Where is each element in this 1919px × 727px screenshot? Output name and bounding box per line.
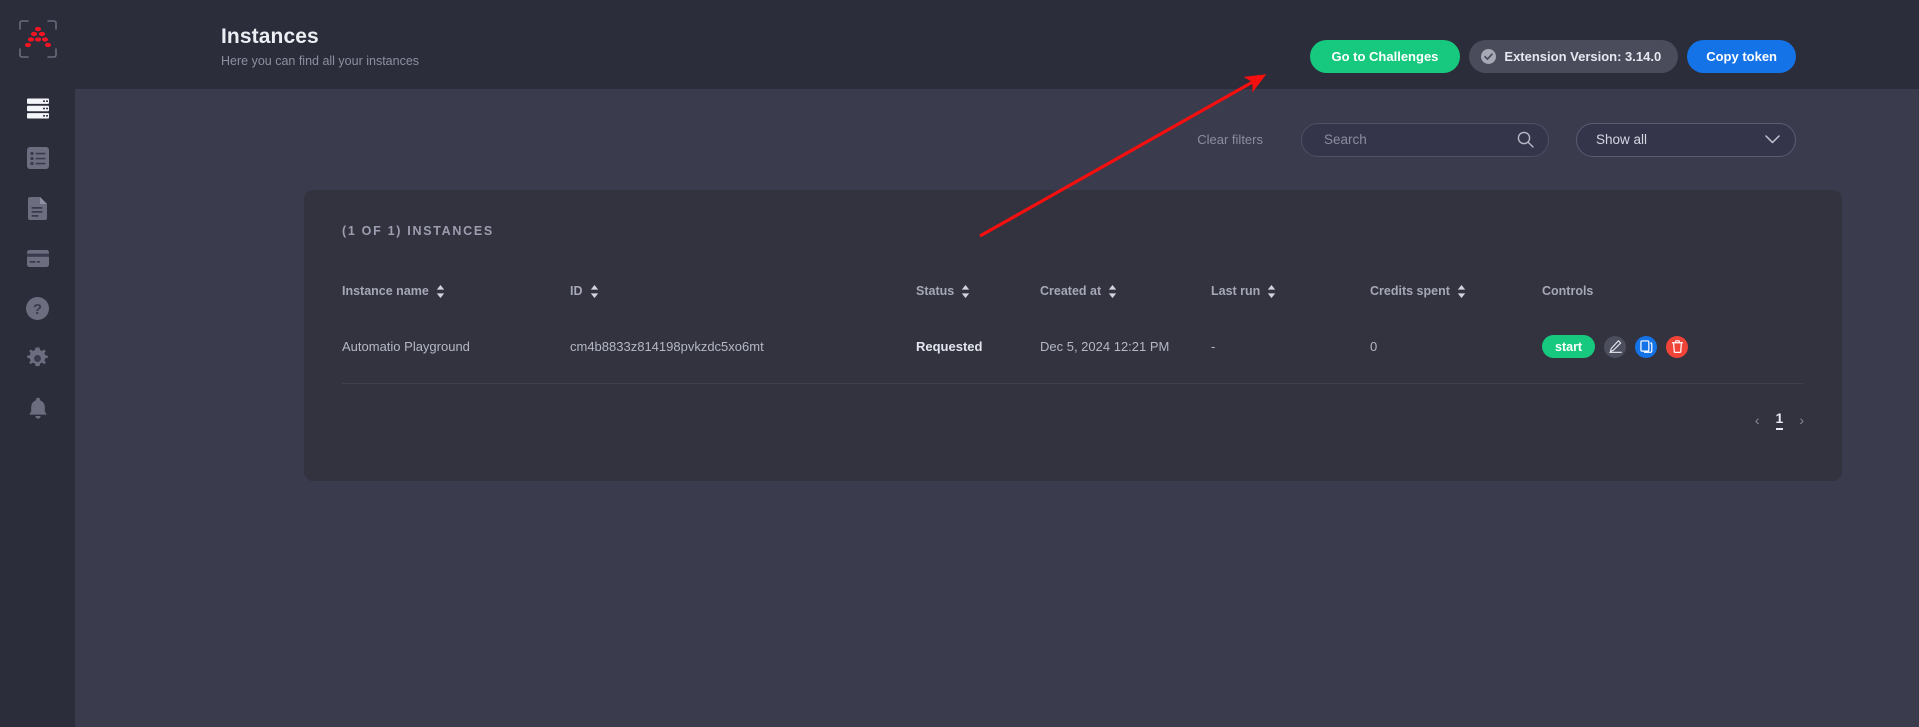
table-header-row: Instance name ID Status Created at Last … xyxy=(342,271,1804,311)
document-icon xyxy=(28,196,47,220)
cell-status: Requested xyxy=(916,311,1040,384)
search-icon[interactable] xyxy=(1517,131,1534,148)
top-header: Instances Here you can find all your ins… xyxy=(75,0,1919,89)
sidebar-item-billing[interactable] xyxy=(0,233,75,283)
card-heading: (1 OF 1) INSTANCES xyxy=(342,224,494,238)
sort-icon[interactable] xyxy=(590,284,599,298)
trash-icon xyxy=(1671,340,1683,354)
column-instance-name[interactable]: Instance name xyxy=(342,271,570,311)
svg-text:?: ? xyxy=(33,301,42,318)
delete-button[interactable] xyxy=(1666,335,1689,358)
duplicate-button[interactable] xyxy=(1635,335,1658,358)
chevron-down-icon[interactable] xyxy=(1765,135,1780,144)
copy-icon xyxy=(1639,340,1652,354)
column-created-at[interactable]: Created at xyxy=(1040,271,1211,311)
table-head: Instance name ID Status Created at Last … xyxy=(342,271,1804,311)
created-at-text: Dec 5, 2024 12:21 PM xyxy=(1040,338,1170,354)
sidebar-item-help[interactable]: ? xyxy=(0,283,75,333)
sidebar-item-documents[interactable] xyxy=(0,183,75,233)
main-area: Instances Here you can find all your ins… xyxy=(75,0,1919,727)
column-label: Status xyxy=(916,284,955,298)
cell-id: cm4b8833z814198pvkzdc5xo6mt xyxy=(570,311,916,384)
extension-version-badge: Extension Version: 3.14.0 xyxy=(1469,40,1679,73)
sort-icon[interactable] xyxy=(1108,284,1117,298)
show-all-select[interactable]: Show all xyxy=(1576,122,1796,157)
sidebar-item-tasks[interactable] xyxy=(0,133,75,183)
table-body: Automatio Playground cm4b8833z814198pvkz… xyxy=(342,311,1804,384)
column-status[interactable]: Status xyxy=(916,271,1040,311)
search-box[interactable] xyxy=(1301,122,1549,157)
pagination-prev[interactable]: ‹ xyxy=(1755,412,1760,428)
cell-created-at: Dec 5, 2024 12:21 PM xyxy=(1040,311,1211,384)
status-badge: Requested xyxy=(916,339,983,355)
cell-instance-name: Automatio Playground xyxy=(342,311,570,384)
server-stack-icon xyxy=(26,98,49,118)
gear-icon xyxy=(27,346,48,366)
column-label: Credits spent xyxy=(1370,284,1450,298)
pagination-next[interactable]: › xyxy=(1799,412,1804,428)
column-label: Last run xyxy=(1211,284,1261,298)
header-actions: Go to Challenges Extension Version: 3.14… xyxy=(1309,40,1796,73)
title-block: Instances Here you can find all your ins… xyxy=(221,24,419,69)
start-button[interactable]: start xyxy=(1542,335,1596,359)
search-input[interactable] xyxy=(1324,132,1517,147)
edit-button[interactable] xyxy=(1604,335,1627,358)
show-all-value: Show all xyxy=(1596,132,1648,147)
sort-icon[interactable] xyxy=(436,284,445,298)
instances-card: (1 OF 1) INSTANCES Instance name ID Stat… xyxy=(304,190,1842,481)
row-controls: start xyxy=(1542,335,1804,359)
sort-icon[interactable] xyxy=(1267,284,1276,298)
automatio-logo-icon xyxy=(18,20,57,58)
automatio-logo[interactable] xyxy=(16,17,60,61)
sidebar-item-notifications[interactable] xyxy=(0,383,75,433)
sidebar: ? xyxy=(0,0,75,727)
column-controls: Controls xyxy=(1542,271,1804,311)
credit-card-icon xyxy=(26,249,49,267)
column-label: ID xyxy=(570,284,583,298)
cell-last-run: - xyxy=(1211,311,1370,384)
cell-credits-spent: 0 xyxy=(1370,311,1542,384)
app-root: ? Instances Here you can find all your i… xyxy=(0,0,1919,727)
column-label: Instance name xyxy=(342,284,429,298)
page-title: Instances xyxy=(221,25,319,48)
column-credits-spent[interactable]: Credits spent xyxy=(1370,271,1542,311)
column-last-run[interactable]: Last run xyxy=(1211,271,1370,311)
sidebar-item-instances[interactable] xyxy=(0,83,75,133)
page-subtitle: Here you can find all your instances xyxy=(221,54,420,68)
content-area: Clear filters Show all (1 OF xyxy=(75,89,1919,727)
column-label: Created at xyxy=(1040,284,1102,298)
instances-table: Instance name ID Status Created at Last … xyxy=(342,271,1804,384)
table-row[interactable]: Automatio Playground cm4b8833z814198pvkz… xyxy=(342,311,1804,384)
question-circle-icon: ? xyxy=(26,296,49,320)
column-label: Controls xyxy=(1542,284,1594,298)
copy-token-button[interactable]: Copy token xyxy=(1687,40,1796,73)
go-to-challenges-button[interactable]: Go to Challenges xyxy=(1309,40,1461,73)
sidebar-nav: ? xyxy=(0,83,75,433)
filter-bar: Clear filters Show all xyxy=(75,89,1919,190)
clear-filters-button[interactable]: Clear filters xyxy=(1197,132,1263,147)
pagination-page-1[interactable]: 1 xyxy=(1775,410,1784,430)
column-id[interactable]: ID xyxy=(570,271,916,311)
cell-controls: start xyxy=(1542,311,1804,384)
check-circle-icon xyxy=(1481,49,1497,64)
sort-icon[interactable] xyxy=(1457,284,1466,298)
list-icon xyxy=(26,147,49,169)
sidebar-item-settings[interactable] xyxy=(0,333,75,383)
sort-icon[interactable] xyxy=(961,284,970,298)
pagination: ‹ 1 › xyxy=(342,384,1804,430)
bell-icon xyxy=(28,397,47,419)
extension-version-label: Extension Version: 3.14.0 xyxy=(1504,49,1662,64)
pencil-icon xyxy=(1608,340,1622,354)
